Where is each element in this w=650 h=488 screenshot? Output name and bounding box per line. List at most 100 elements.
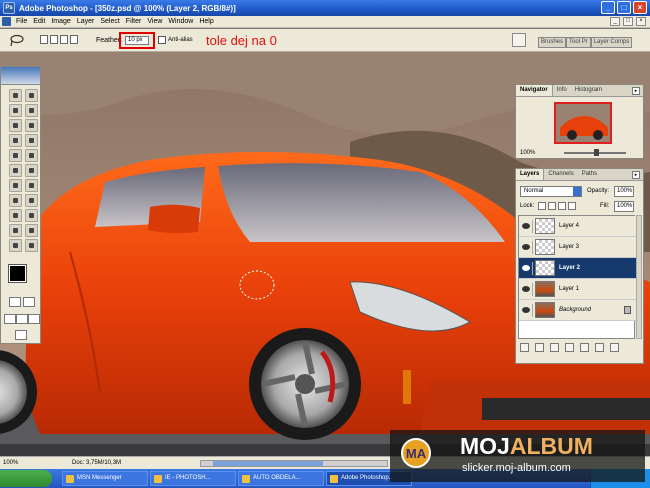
hand-tool-icon[interactable]: [9, 239, 22, 252]
palette-header[interactable]: [1, 67, 40, 85]
taskbar-item-auto[interactable]: AUTO OBDELA...: [238, 471, 324, 486]
tab-info[interactable]: Info: [553, 85, 571, 96]
tab-brushes[interactable]: Brushes: [538, 37, 567, 48]
lock-position-icon[interactable]: [558, 202, 566, 210]
navigator-zoom-value[interactable]: 100%: [520, 150, 535, 156]
minimize-button[interactable]: _: [601, 1, 615, 14]
layer-row-layer-2[interactable]: Layer 2: [519, 258, 636, 279]
slice-tool-icon[interactable]: [25, 119, 38, 132]
trash-icon[interactable]: [610, 343, 619, 352]
standard-mode-icon[interactable]: [9, 297, 21, 307]
palette-well-icon[interactable]: [512, 33, 526, 47]
eyedropper-tool-icon[interactable]: [25, 224, 38, 237]
jump-to-imageready-icon[interactable]: [15, 330, 27, 340]
layer-name[interactable]: Layer 1: [559, 286, 579, 292]
screen-mode-full-icon[interactable]: [28, 314, 40, 324]
screen-mode-full-menu-icon[interactable]: [16, 314, 28, 324]
eye-icon[interactable]: [522, 244, 530, 250]
eye-icon[interactable]: [522, 223, 530, 229]
healing-brush-icon[interactable]: [9, 134, 22, 147]
foreground-color-swatch[interactable]: [8, 264, 27, 283]
link-slot[interactable]: [532, 241, 533, 254]
layer-row-layer-1[interactable]: Layer 1: [519, 279, 636, 300]
layer-name[interactable]: Layer 4: [559, 223, 579, 229]
brush-indicator-icon[interactable]: [532, 262, 533, 275]
new-group-icon[interactable]: [565, 343, 574, 352]
gradient-tool-icon[interactable]: [25, 164, 38, 177]
add-selection-icon[interactable]: [50, 35, 58, 44]
quick-mask-icon[interactable]: [23, 297, 35, 307]
start-button[interactable]: [0, 470, 52, 487]
layer-name[interactable]: Layer 2: [559, 265, 580, 271]
link-slot[interactable]: [532, 304, 533, 317]
doc-restore-button[interactable]: □: [623, 17, 633, 26]
link-layers-icon[interactable]: [520, 343, 529, 352]
layer-row-layer-4[interactable]: Layer 4: [519, 216, 636, 237]
eraser-tool-icon[interactable]: [9, 164, 22, 177]
taskbar-item-msn[interactable]: MSN Messenger: [62, 471, 148, 486]
path-selection-icon[interactable]: [9, 194, 22, 207]
link-slot[interactable]: [532, 283, 533, 296]
link-slot[interactable]: [532, 220, 533, 233]
menu-window[interactable]: Window: [165, 18, 196, 25]
blur-tool-icon[interactable]: [9, 179, 22, 192]
brush-tool-icon[interactable]: [25, 134, 38, 147]
menu-layer[interactable]: Layer: [74, 18, 98, 25]
scrollbar-thumb[interactable]: [213, 461, 323, 466]
layers-scrollbar[interactable]: [636, 215, 642, 339]
screen-mode-standard-icon[interactable]: [4, 314, 16, 324]
tab-layers[interactable]: Layers: [516, 169, 545, 180]
crop-tool-icon[interactable]: [9, 119, 22, 132]
lasso-tool-icon[interactable]: [9, 104, 22, 117]
doc-minimize-button[interactable]: _: [610, 17, 620, 26]
eye-icon[interactable]: [522, 307, 530, 313]
lock-transparency-icon[interactable]: [538, 202, 546, 210]
menu-file[interactable]: File: [13, 18, 30, 25]
panel-menu-icon[interactable]: ▸: [632, 87, 640, 95]
fill-input[interactable]: 100%: [614, 201, 634, 212]
tab-layer-comps[interactable]: Layer Comps: [590, 37, 633, 48]
taskbar-item-ie[interactable]: IE - PHOTOSH...: [150, 471, 236, 486]
lasso-icon[interactable]: [8, 34, 26, 47]
menu-select[interactable]: Select: [97, 18, 122, 25]
opacity-input[interactable]: 100%: [614, 186, 634, 197]
eye-icon[interactable]: [522, 286, 530, 292]
layer-mask-icon[interactable]: [550, 343, 559, 352]
lock-all-icon[interactable]: [568, 202, 576, 210]
pen-tool-icon[interactable]: [9, 209, 22, 222]
zoom-tool-icon[interactable]: [25, 239, 38, 252]
shape-tool-icon[interactable]: [25, 209, 38, 222]
lock-pixels-icon[interactable]: [548, 202, 556, 210]
zoom-status[interactable]: 100%: [3, 460, 18, 466]
layer-row-background[interactable]: Background: [519, 300, 636, 321]
menu-help[interactable]: Help: [196, 18, 216, 25]
menu-image[interactable]: Image: [48, 18, 73, 25]
tab-tool-presets[interactable]: Tool Pr: [566, 37, 591, 48]
feather-input[interactable]: 10 px: [125, 36, 149, 45]
document-icon[interactable]: [2, 17, 11, 26]
layer-style-icon[interactable]: [535, 343, 544, 352]
new-selection-icon[interactable]: [40, 35, 48, 44]
intersect-selection-icon[interactable]: [70, 35, 78, 44]
tab-channels[interactable]: Channels: [544, 169, 577, 180]
navigator-thumbnail[interactable]: [554, 102, 612, 144]
move-tool-icon[interactable]: [25, 89, 38, 102]
menu-view[interactable]: View: [144, 18, 165, 25]
chevron-down-icon[interactable]: [573, 187, 581, 196]
layer-row-layer-3[interactable]: Layer 3: [519, 237, 636, 258]
tab-histogram[interactable]: Histogram: [571, 85, 606, 96]
notes-tool-icon[interactable]: [9, 224, 22, 237]
doc-close-button[interactable]: ×: [636, 17, 646, 26]
new-layer-icon[interactable]: [595, 343, 604, 352]
subtract-selection-icon[interactable]: [60, 35, 68, 44]
antialias-checkbox[interactable]: [158, 36, 166, 44]
dodge-tool-icon[interactable]: [25, 179, 38, 192]
eye-icon[interactable]: [522, 265, 530, 271]
adjustment-layer-icon[interactable]: [580, 343, 589, 352]
layer-name[interactable]: Background: [559, 307, 591, 313]
panel-menu-icon[interactable]: ▸: [632, 171, 640, 179]
menu-edit[interactable]: Edit: [30, 18, 48, 25]
tab-paths[interactable]: Paths: [578, 169, 601, 180]
close-button[interactable]: ×: [633, 1, 647, 14]
maximize-button[interactable]: □: [617, 1, 631, 14]
